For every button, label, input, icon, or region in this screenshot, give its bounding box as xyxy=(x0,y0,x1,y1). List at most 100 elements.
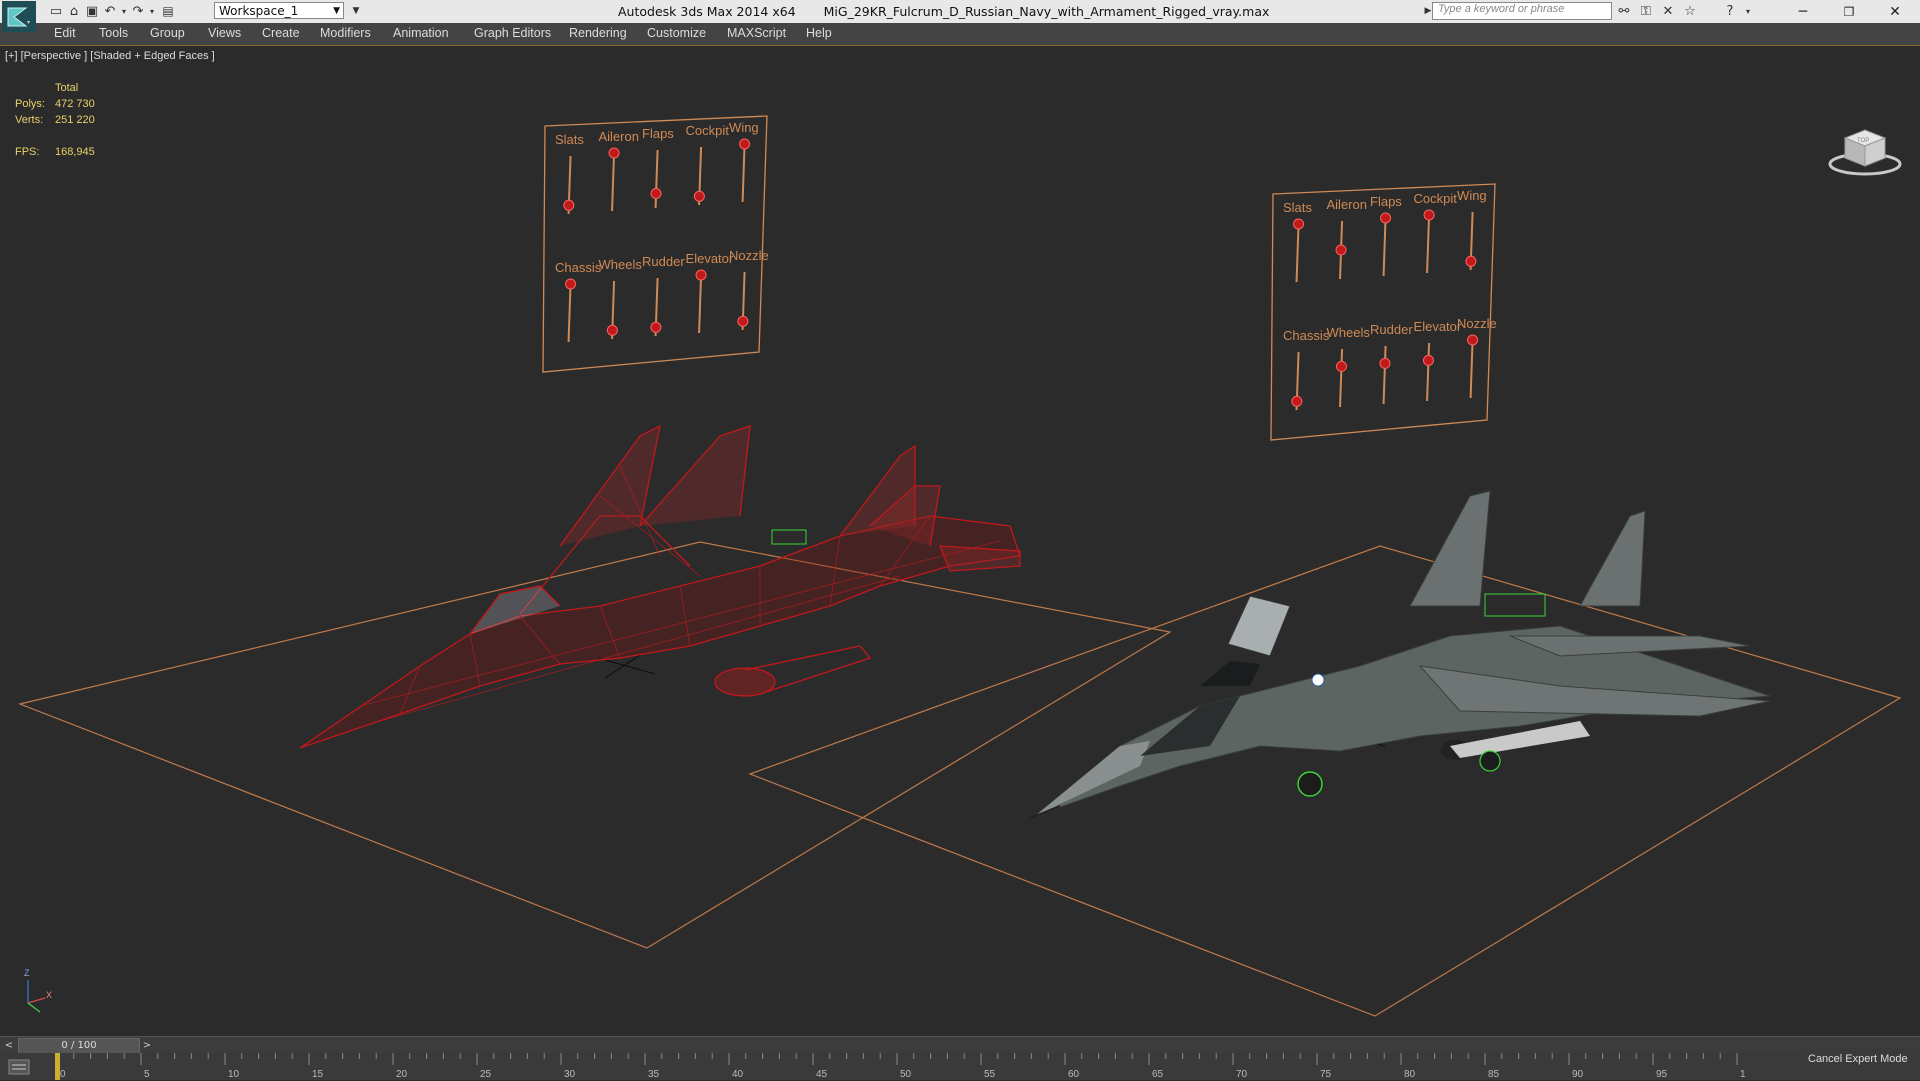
subscription-key-icon[interactable]: ⚿ xyxy=(1636,2,1656,20)
open-file-icon[interactable]: ⌂ xyxy=(64,2,84,20)
slider-handle-flaps[interactable] xyxy=(1380,212,1392,224)
menu-help[interactable]: Help xyxy=(806,26,832,40)
selection-box-right xyxy=(1484,593,1546,617)
restore-button[interactable]: ❐ xyxy=(1826,0,1872,23)
new-file-icon[interactable]: ▭ xyxy=(46,2,66,20)
mini-curve-editor-icon[interactable] xyxy=(6,1057,34,1077)
workspace-dropdown[interactable]: Workspace_1 ▼ xyxy=(214,2,344,19)
ruler-label: 45 xyxy=(816,1069,828,1080)
close-button[interactable]: ✕ xyxy=(1872,0,1918,23)
binoculars-icon[interactable]: ⚯ xyxy=(1614,2,1634,20)
current-frame-marker[interactable] xyxy=(55,1053,60,1080)
panel-label-chassis: Chassis xyxy=(555,260,602,275)
frame-ruler[interactable]: 0 5 10 15 20 25 30 35 40 45 50 55 60 65 70 75 80 85 90 95 10… xyxy=(55,1053,1745,1080)
slider-handle-chassis[interactable] xyxy=(1291,395,1303,407)
slider-handle-slats[interactable] xyxy=(563,199,575,211)
menu-modifiers[interactable]: Modifiers xyxy=(320,26,371,40)
search-input[interactable]: Type a keyword or phrase xyxy=(1432,2,1612,20)
menu-tools[interactable]: Tools xyxy=(99,26,128,40)
communication-center-icon[interactable]: ✕ xyxy=(1658,2,1678,20)
slider-handle-wing[interactable] xyxy=(1465,255,1477,267)
slider-track-elevator xyxy=(1426,342,1431,402)
slider-track-wheels xyxy=(1339,348,1344,408)
save-icon[interactable]: ▣ xyxy=(82,2,102,20)
panel-label-wheels: Wheels xyxy=(1327,325,1371,340)
panel-label-wing: Wing xyxy=(1457,188,1487,203)
time-slider[interactable]: 0 / 100 xyxy=(18,1038,140,1054)
viewcube[interactable]: TOP xyxy=(1828,129,1902,176)
perspective-viewport[interactable]: [+] [Perspective ] [Shaded + Edged Faces… xyxy=(0,46,1920,1036)
panel-label-rudder: Rudder xyxy=(642,254,685,269)
ruler-label: 40 xyxy=(732,1069,744,1080)
help-icon[interactable]: ? xyxy=(1720,2,1740,20)
ruler-label: 100 xyxy=(1740,1069,1745,1080)
time-slider-bar: < 0 / 100 > xyxy=(0,1036,1920,1054)
panel-label-slats: Slats xyxy=(555,132,584,147)
slider-handle-wing[interactable] xyxy=(739,138,751,150)
slider-handle-flaps[interactable] xyxy=(650,188,662,199)
ruler-label: 35 xyxy=(648,1069,660,1080)
menu-graph-editors[interactable]: Graph Editors xyxy=(474,26,551,40)
jet-shaded-model[interactable] xyxy=(1029,490,1771,819)
ground-plane-left[interactable] xyxy=(17,541,1172,949)
ruler-label: 50 xyxy=(900,1069,912,1080)
panel-label-flaps: Flaps xyxy=(642,126,674,141)
menu-customize[interactable]: Customize xyxy=(647,26,706,40)
slider-track-flaps xyxy=(1382,217,1387,277)
slider-handle-slats[interactable] xyxy=(1293,218,1305,230)
frame-display: 0 / 100 xyxy=(61,1040,97,1051)
panel-label-slats: Slats xyxy=(1283,200,1312,215)
slider-handle-rudder[interactable] xyxy=(650,321,662,333)
slider-handle-elevator[interactable] xyxy=(695,269,707,281)
slider-handle-rudder[interactable] xyxy=(1379,357,1391,369)
axis-label-x: X xyxy=(46,990,52,1000)
menu-group[interactable]: Group xyxy=(150,26,185,40)
slider-handle-aileron[interactable] xyxy=(608,147,620,159)
rig-control-panel-right[interactable]: Slats Aileron Flaps Cockpit Wing ChassisWheel… xyxy=(1270,183,1497,441)
menu-rendering[interactable]: Rendering xyxy=(569,26,627,40)
help-dropdown-icon[interactable]: ▾ xyxy=(1738,2,1758,20)
panel-label-aileron: Aileron xyxy=(1327,197,1367,212)
time-prev-icon[interactable]: < xyxy=(2,1038,16,1053)
panel-label-nozzle: Nozzle xyxy=(729,248,769,263)
axis-label-z: Z xyxy=(24,968,30,978)
cancel-expert-mode-button[interactable]: Cancel Expert Mode xyxy=(1800,1047,1916,1071)
window-title: Autodesk 3ds Max 2014 x64 MiG_29KR_Fulcr… xyxy=(618,4,1269,19)
slider-handle-cockpit[interactable] xyxy=(693,190,705,202)
slider-handle-nozzle[interactable] xyxy=(737,315,749,327)
slider-track-chassis xyxy=(567,283,572,343)
rig-control-panel-left[interactable]: Slats Aileron Flaps Cockpit Wing ChassisWheel… xyxy=(542,115,769,373)
slider-track-flaps xyxy=(654,149,659,209)
max-logo-icon xyxy=(7,7,30,27)
app-menu-logo[interactable] xyxy=(2,1,36,32)
slider-handle-chassis[interactable] xyxy=(565,278,577,290)
favorites-star-icon[interactable]: ☆ xyxy=(1680,2,1700,20)
slider-handle-cockpit[interactable] xyxy=(1423,209,1435,221)
slider-handle-nozzle[interactable] xyxy=(1467,334,1479,346)
menu-animation[interactable]: Animation xyxy=(393,26,449,40)
quick-access-dropdown-icon[interactable]: ▼ xyxy=(346,2,366,20)
slider-track-cockpit xyxy=(1426,214,1431,274)
minimize-button[interactable]: ─ xyxy=(1780,0,1826,23)
slider-handle-aileron[interactable] xyxy=(1335,244,1347,256)
menu-maxscript[interactable]: MAXScript xyxy=(727,26,786,40)
slider-handle-elevator[interactable] xyxy=(1422,354,1434,366)
panel-label-cockpit: Cockpit xyxy=(1414,191,1458,206)
menu-create[interactable]: Create xyxy=(262,26,300,40)
slider-handle-wheels[interactable] xyxy=(606,324,618,336)
slider-track-rudder xyxy=(1382,345,1387,405)
panel-label-aileron: Aileron xyxy=(599,129,639,144)
workspace-value: Workspace_1 xyxy=(219,4,299,18)
menu-views[interactable]: Views xyxy=(208,26,241,40)
project-folder-icon[interactable]: ▤ xyxy=(158,2,178,20)
selection-box-left xyxy=(771,529,807,545)
slider-track-aileron xyxy=(611,152,616,212)
slider-handle-wheels[interactable] xyxy=(1335,360,1347,372)
ruler-label: 5 xyxy=(144,1069,150,1080)
time-next-icon[interactable]: > xyxy=(140,1038,154,1053)
panel-label-elevator: Elevator xyxy=(686,251,734,266)
menu-edit[interactable]: Edit xyxy=(54,26,76,40)
ruler-label: 85 xyxy=(1488,1069,1500,1080)
slider-track-nozzle xyxy=(1469,339,1474,399)
jet-wireframe-model[interactable] xyxy=(299,424,1021,749)
